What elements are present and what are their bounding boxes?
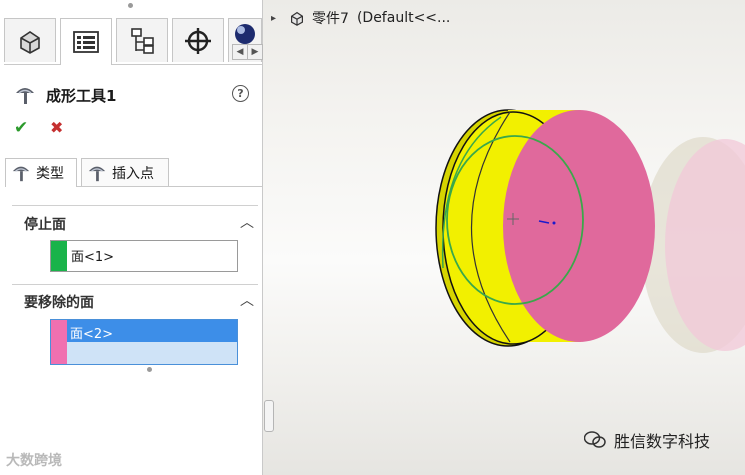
- cancel-button[interactable]: ✖: [50, 118, 63, 137]
- watermark-left: 大数跨境: [6, 450, 62, 470]
- panel-top-grip[interactable]: [128, 3, 133, 8]
- tab-property-manager[interactable]: [60, 18, 112, 65]
- manager-tab-bar: ◀ ▶: [4, 16, 263, 65]
- watermark-left-text: 大数跨境: [6, 453, 62, 469]
- section-divider: [12, 205, 258, 206]
- tab-scroll-right[interactable]: ▶: [247, 44, 263, 60]
- model-graphics: [435, 109, 745, 353]
- forming-tool-icon: [88, 166, 106, 181]
- tab-insertion-point-label: 插入点: [112, 165, 154, 182]
- panel-splitter-grip[interactable]: [264, 400, 274, 432]
- remove-faces-selection-box[interactable]: 面<2>: [50, 319, 238, 365]
- tab-configuration-manager[interactable]: [116, 18, 168, 62]
- section-divider: [12, 284, 258, 285]
- remove-faces-value: 面<2>: [70, 327, 114, 342]
- tab-dimxpert-manager[interactable]: [172, 18, 224, 62]
- feature-title-row: 成形工具1 ?: [14, 84, 254, 106]
- tab-type[interactable]: 类型: [5, 158, 77, 187]
- configuration-manager-icon: [131, 27, 154, 54]
- tab-feature-manager[interactable]: [4, 18, 56, 62]
- tab-insertion-point[interactable]: 插入点: [81, 158, 169, 186]
- property-manager-panel: ◀ ▶ 成形工具1 ? ✔ ✖ 类型 插入点 停止面 ︿ 面<1> 要移除的面 …: [0, 0, 263, 475]
- remove-faces-header[interactable]: 要移除的面 ︿: [12, 289, 258, 313]
- tab-type-label: 类型: [36, 166, 64, 182]
- graphics-viewport[interactable]: ▸ 零件7 (Default<<... 胜信数字科技: [263, 0, 745, 475]
- feature-title: 成形工具1: [46, 87, 117, 105]
- dimxpert-manager-icon: [185, 27, 211, 54]
- stop-face-label: 停止面: [24, 217, 66, 233]
- stop-face-value[interactable]: 面<1>: [71, 246, 114, 265]
- scroll-right-icon: ▶: [251, 47, 259, 57]
- collapse-chevron-icon[interactable]: ︿: [240, 212, 254, 232]
- stop-face-header[interactable]: 停止面 ︿: [12, 211, 258, 235]
- watermark-right-text: 胜信数字科技: [614, 432, 711, 451]
- stop-face-color-swatch: [51, 241, 67, 271]
- list-resize-grip[interactable]: [147, 367, 152, 372]
- tab-scroll-left[interactable]: ◀: [232, 44, 248, 60]
- remove-faces-color-swatch: [51, 320, 67, 364]
- sub-tab-bar: 类型 插入点: [5, 158, 262, 187]
- forming-tool-icon: [12, 166, 30, 182]
- pink-face: [503, 110, 655, 342]
- selected-list-item[interactable]: 面<2>: [67, 320, 237, 342]
- help-button[interactable]: ?: [232, 85, 249, 102]
- stop-face-selection-box[interactable]: 面<1>: [50, 240, 238, 272]
- remove-faces-label: 要移除的面: [24, 295, 94, 311]
- watermark-right: 胜信数字科技: [584, 428, 710, 452]
- scroll-left-icon: ◀: [236, 47, 244, 57]
- collapse-chevron-icon[interactable]: ︿: [240, 290, 254, 310]
- help-icon: ?: [237, 87, 244, 100]
- wechat-icon: [584, 431, 606, 448]
- property-manager-icon: [73, 31, 99, 53]
- forming-tool-icon: [16, 88, 34, 104]
- ok-button[interactable]: ✔: [14, 118, 28, 138]
- feature-manager-icon: [20, 30, 40, 54]
